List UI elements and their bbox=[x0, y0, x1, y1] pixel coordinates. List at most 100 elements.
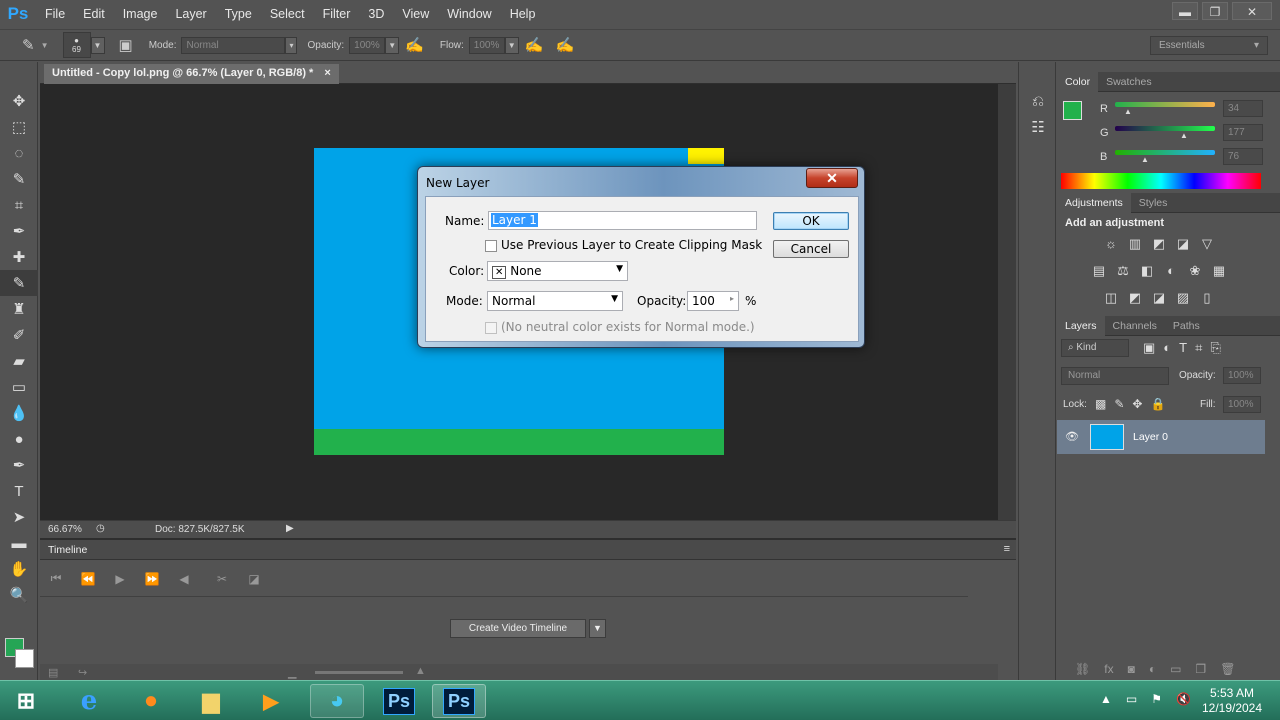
shape-filter-icon[interactable]: ⌗ bbox=[1195, 340, 1202, 356]
status-menu-icon[interactable]: ◷ bbox=[96, 523, 105, 534]
visibility-eye-icon[interactable]: 👁 bbox=[1065, 430, 1079, 443]
workspace-select[interactable]: Essentials ▾ bbox=[1150, 36, 1268, 55]
layer-opacity-input[interactable]: 100% bbox=[1223, 367, 1261, 384]
menu-3d[interactable]: 3D bbox=[359, 0, 393, 28]
color-balance-icon[interactable]: ⚖ bbox=[1113, 263, 1133, 279]
photoshop-active-taskbar-icon[interactable]: Ps bbox=[432, 684, 486, 718]
lock-transparency-icon[interactable]: ▩ bbox=[1095, 397, 1106, 411]
move-tool-icon[interactable]: ✥ bbox=[0, 88, 38, 114]
menu-edit[interactable]: Edit bbox=[74, 0, 114, 28]
invert-icon[interactable]: ◫ bbox=[1101, 290, 1121, 306]
type-filter-icon[interactable]: T bbox=[1179, 340, 1187, 356]
healing-brush-tool-icon[interactable]: ✚ bbox=[0, 244, 38, 270]
tray-device-icon[interactable]: ▭ bbox=[1126, 692, 1137, 706]
clipping-mask-checkbox[interactable] bbox=[485, 240, 497, 252]
play-icon[interactable]: ▶ bbox=[104, 572, 136, 586]
menu-select[interactable]: Select bbox=[261, 0, 314, 28]
lock-position-icon[interactable]: ✥ bbox=[1132, 397, 1142, 411]
smart-object-filter-icon[interactable]: ⎘ bbox=[1210, 340, 1220, 356]
cancel-button[interactable]: Cancel bbox=[773, 240, 849, 258]
clock[interactable]: 5:53 AM 12/19/2024 bbox=[1194, 686, 1270, 716]
brush-tool-icon[interactable]: ✎ bbox=[22, 36, 35, 54]
color-foreground-swatch[interactable] bbox=[1063, 101, 1082, 120]
lock-all-icon[interactable]: 🔒 bbox=[1150, 397, 1165, 411]
minimize-button[interactable]: ▬ bbox=[1172, 2, 1198, 20]
b-slider-thumb-icon[interactable]: ▲ bbox=[1141, 155, 1149, 164]
b-value[interactable]: 76 bbox=[1223, 148, 1263, 165]
r-value[interactable]: 34 bbox=[1223, 100, 1263, 117]
history-brush-tool-icon[interactable]: ✐ bbox=[0, 322, 38, 348]
menu-view[interactable]: View bbox=[393, 0, 438, 28]
hand-tool-icon[interactable]: ✋ bbox=[0, 556, 38, 582]
properties-panel-icon[interactable]: ☷ bbox=[1019, 114, 1057, 140]
threshold-icon[interactable]: ◪ bbox=[1149, 290, 1169, 306]
dodge-tool-icon[interactable]: ● bbox=[0, 426, 38, 452]
g-slider-thumb-icon[interactable]: ▲ bbox=[1180, 131, 1188, 140]
tool-preset-dropdown[interactable]: ▼ bbox=[41, 41, 49, 50]
new-group-icon[interactable]: ▭ bbox=[1170, 662, 1181, 676]
first-frame-icon[interactable]: ⏮ bbox=[40, 571, 72, 586]
brush-panel-icon[interactable]: ▣ bbox=[119, 36, 133, 54]
render-icon[interactable]: ↪ bbox=[78, 666, 87, 679]
color-select[interactable]: ✕ None ▼ bbox=[487, 261, 628, 281]
menu-layer[interactable]: Layer bbox=[166, 0, 215, 28]
restore-button[interactable]: ❐ bbox=[1202, 2, 1228, 20]
lock-pixels-icon[interactable]: ✎ bbox=[1114, 397, 1124, 411]
quick-selection-tool-icon[interactable]: ✎ bbox=[0, 166, 38, 192]
opacity-dropdown[interactable]: ▼ bbox=[385, 36, 400, 54]
timeline-zoom-slider[interactable] bbox=[315, 671, 403, 674]
hue-saturation-icon[interactable]: ▤ bbox=[1089, 263, 1109, 279]
tab-channels[interactable]: Channels bbox=[1105, 316, 1165, 336]
photoshop-taskbar-icon[interactable]: Ps bbox=[372, 684, 426, 718]
tab-styles[interactable]: Styles bbox=[1131, 193, 1176, 213]
menu-window[interactable]: Window bbox=[438, 0, 500, 28]
pixel-filter-icon[interactable]: ▣ bbox=[1143, 340, 1155, 356]
vibrance-icon[interactable]: ▽ bbox=[1197, 236, 1217, 252]
layer-name[interactable]: Layer 0 bbox=[1133, 431, 1168, 443]
brush-size-picker[interactable]: ● 69 bbox=[62, 32, 91, 58]
lasso-tool-icon[interactable]: ◌ bbox=[0, 140, 38, 166]
background-color-swatch[interactable] bbox=[15, 649, 34, 668]
tab-adjustments[interactable]: Adjustments bbox=[1057, 192, 1131, 213]
file-explorer-icon[interactable]: ▆ bbox=[184, 684, 238, 718]
mode-dropdown-arrow[interactable]: ▾ bbox=[285, 36, 298, 54]
color-lookup-icon[interactable]: ▦ bbox=[1209, 263, 1229, 279]
create-video-timeline-button[interactable]: Create Video Timeline bbox=[450, 619, 586, 638]
previous-frame-icon[interactable]: ⏪ bbox=[72, 572, 104, 586]
crop-tool-icon[interactable]: ⌗ bbox=[0, 192, 38, 218]
flow-dropdown[interactable]: ▼ bbox=[504, 36, 519, 54]
name-input[interactable]: Layer 1 bbox=[488, 211, 757, 230]
exposure-icon[interactable]: ◪ bbox=[1173, 236, 1193, 252]
photo-filter-icon[interactable]: ◐ bbox=[1161, 263, 1181, 279]
levels-icon[interactable]: ▥ bbox=[1125, 236, 1145, 252]
selective-color-icon[interactable]: ▯ bbox=[1197, 290, 1217, 306]
g-slider[interactable] bbox=[1115, 126, 1215, 131]
tab-color[interactable]: Color bbox=[1057, 71, 1099, 92]
color-spectrum-bar[interactable] bbox=[1061, 173, 1261, 189]
menu-filter[interactable]: Filter bbox=[314, 0, 360, 28]
g-value[interactable]: 177 bbox=[1223, 124, 1263, 141]
chevron-right-icon[interactable]: ▸ bbox=[730, 294, 734, 303]
brush-tool-icon[interactable]: ✎ bbox=[0, 270, 38, 296]
mode-select[interactable]: Normal bbox=[181, 36, 286, 54]
volume-muted-icon[interactable]: 🔇 bbox=[1176, 692, 1191, 706]
path-selection-tool-icon[interactable]: ➤ bbox=[0, 504, 38, 530]
new-layer-icon[interactable]: ❐ bbox=[1195, 662, 1206, 676]
dialog-close-button[interactable]: ✕ bbox=[806, 168, 858, 188]
clone-stamp-tool-icon[interactable]: ♜ bbox=[0, 296, 38, 322]
adjustment-layer-icon[interactable]: ◐ bbox=[1149, 662, 1156, 676]
zoom-out-icon[interactable]: ▁ bbox=[288, 666, 296, 679]
next-frame-icon[interactable]: ⏩ bbox=[136, 572, 168, 586]
zoom-in-icon[interactable]: ▲ bbox=[415, 665, 426, 677]
close-tab-icon[interactable]: × bbox=[324, 67, 330, 79]
mode-select[interactable]: Normal ▼ bbox=[487, 291, 623, 311]
timeline-title[interactable]: Timeline bbox=[48, 544, 87, 556]
adjustment-filter-icon[interactable]: ◐ bbox=[1163, 340, 1171, 356]
menu-file[interactable]: File bbox=[36, 0, 74, 28]
posterize-icon[interactable]: ◩ bbox=[1125, 290, 1145, 306]
app-icon[interactable]: ◕ bbox=[310, 684, 364, 718]
canvas-scrollbar[interactable] bbox=[998, 84, 1016, 520]
channel-mixer-icon[interactable]: ❀ bbox=[1185, 263, 1205, 279]
pen-tool-icon[interactable]: ✒ bbox=[0, 452, 38, 478]
tab-swatches[interactable]: Swatches bbox=[1098, 72, 1160, 92]
